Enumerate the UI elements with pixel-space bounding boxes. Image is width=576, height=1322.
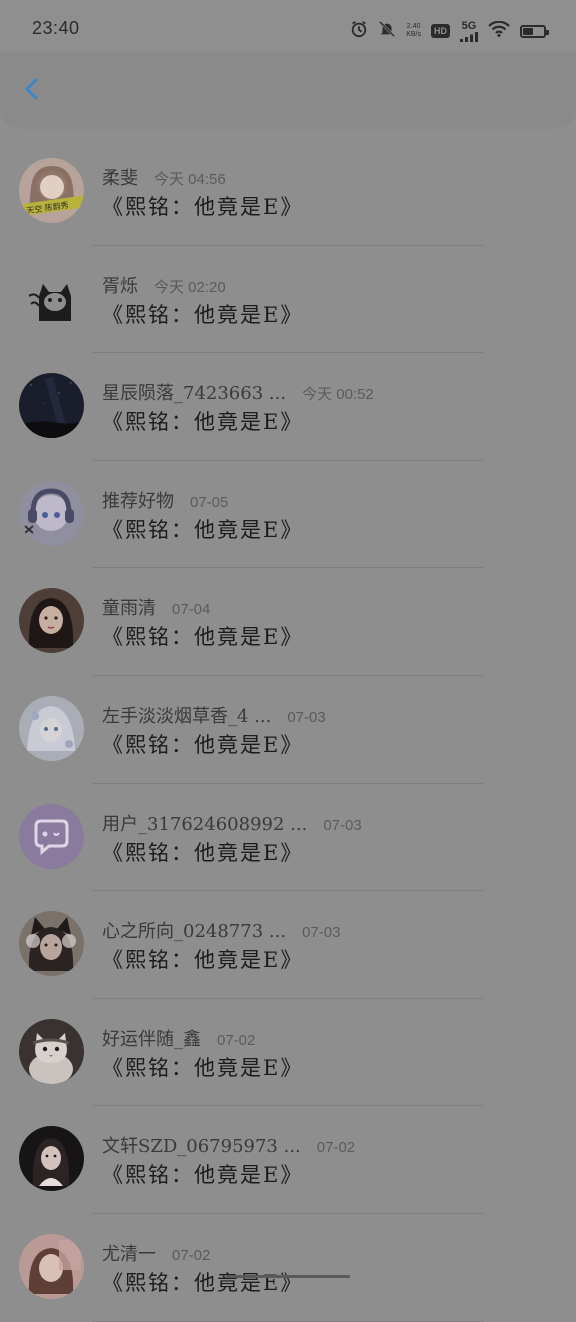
alarm-icon [350, 20, 368, 42]
comment-time: 07-02 [316, 1139, 356, 1157]
avatar[interactable] [19, 803, 84, 869]
comment-item[interactable]: 尤清一 07-02 《熙铭：他竟是E》 [0, 1214, 576, 1322]
comment-item[interactable]: 胥烁 今天 02:20 《熙铭：他竟是E》 [0, 246, 576, 354]
avatar[interactable] [19, 695, 84, 761]
status-icons: 2.40 KB/s HD 5G [350, 19, 549, 42]
comment-header: 尤清一 07-02 [102, 1240, 210, 1266]
net-speed-unit: KB/s [406, 31, 421, 38]
hd-badge: HD [431, 24, 450, 38]
user-name[interactable]: 左手淡淡烟草香_4 ... [102, 702, 271, 728]
comment-item[interactable]: 天空 陈韵秀 柔斐 今天 04:56 《熙铭：他竟是E》 [0, 138, 576, 246]
comment-header: 心之所向_0248773 ... 07-03 [102, 917, 340, 943]
comment-time: 07-02 [172, 1246, 211, 1264]
comment-header: 柔斐 今天 04:56 [102, 164, 226, 190]
comment-content: 《熙铭：他竟是E》 [102, 1055, 304, 1080]
avatar[interactable] [19, 480, 84, 546]
comment-item[interactable]: 推荐好物 07-05 《熙铭：他竟是E》 [0, 461, 576, 569]
comment-time: 今天 04:56 [154, 171, 226, 188]
mute-icon [378, 20, 396, 42]
comment-header: 胥烁 今天 02:20 [102, 272, 226, 298]
avatar[interactable] [19, 373, 84, 439]
comment-item[interactable]: 星辰陨落_7423663 ... 今天 00:52 《熙铭：他竟是E》 [0, 353, 576, 461]
back-button[interactable] [18, 74, 48, 104]
status-bar: 23:40 2.40 KB/s HD 5G [0, 0, 576, 60]
comment-time: 07-05 [190, 493, 229, 511]
avatar[interactable] [19, 911, 84, 977]
status-time: 23:40 [32, 18, 80, 38]
comment-list: 天空 陈韵秀 柔斐 今天 04:56 《熙铭：他竟是E》 胥烁 今天 02:20 《熙铭：他… [0, 138, 576, 1322]
network-speed: 2.40 KB/s [406, 23, 421, 39]
user-name[interactable]: 心之所向_0248773 ... [102, 917, 286, 943]
user-name[interactable]: 胥烁 [102, 272, 138, 298]
avatar[interactable] [19, 588, 84, 654]
comment-content: 《熙铭：他竟是E》 [102, 1163, 304, 1188]
comment-content: 《熙铭：他竟是E》 [102, 302, 304, 327]
divider [92, 1320, 484, 1322]
comment-item[interactable]: 好运伴随_鑫 07-02 《熙铭：他竟是E》 [0, 999, 576, 1107]
comment-header: 推荐好物 07-05 [102, 487, 228, 513]
comment-content: 《熙铭：他竟是E》 [102, 625, 304, 650]
battery-icon [520, 24, 549, 38]
comment-time: 07-04 [172, 601, 211, 619]
comment-content: 《熙铭：他竟是E》 [102, 410, 304, 435]
comment-item[interactable]: 文轩SZD_06795973 ... 07-02 《熙铭：他竟是E》 [0, 1106, 576, 1214]
comment-time: 07-03 [302, 924, 341, 942]
user-name[interactable]: 柔斐 [102, 164, 138, 190]
comment-item[interactable]: 用户_317624608992 ... 07-03 《熙铭：他竟是E》 [0, 784, 576, 892]
comment-header: 童雨清 07-04 [102, 594, 210, 620]
comment-item[interactable]: 童雨清 07-04 《熙铭：他竟是E》 [0, 568, 576, 676]
comment-item[interactable]: 左手淡淡烟草香_4 ... 07-03 《熙铭：他竟是E》 [0, 676, 576, 784]
user-name[interactable]: 文轩SZD_06795973 ... [102, 1132, 301, 1158]
user-name[interactable]: 好运伴随_鑫 [102, 1025, 201, 1051]
comment-header: 左手淡淡烟草香_4 ... 07-03 [102, 702, 326, 728]
comment-time: 今天 00:52 [302, 386, 374, 404]
avatar[interactable]: 天空 陈韵秀 [19, 158, 84, 223]
comment-content: 《熙铭：他竟是E》 [102, 732, 304, 757]
user-name[interactable]: 尤清一 [102, 1240, 156, 1266]
user-name[interactable]: 星辰陨落_7423663 ... [102, 379, 286, 405]
cellular-signal-icon: 5G [460, 19, 478, 42]
comment-content: 《熙铭：他竟是E》 [102, 1270, 304, 1295]
network-type: 5G [461, 19, 477, 32]
comment-content: 《熙铭：他竟是E》 [102, 517, 304, 542]
avatar[interactable] [19, 265, 84, 331]
comment-time: 今天 02:20 [154, 278, 226, 296]
avatar[interactable] [19, 1233, 84, 1299]
home-indicator [226, 1275, 350, 1278]
chevron-left-icon [25, 78, 38, 100]
avatar[interactable] [19, 1126, 84, 1192]
comment-content: 《熙铭：他竟是E》 [102, 840, 304, 865]
user-name[interactable]: 童雨清 [102, 594, 156, 620]
header-bar [0, 52, 576, 126]
comment-content: 《熙铭：他竟是E》 [102, 195, 304, 219]
comment-header: 星辰陨落_7423663 ... 今天 00:52 [102, 379, 374, 405]
comment-header: 文轩SZD_06795973 ... 07-02 [102, 1132, 355, 1158]
user-name[interactable]: 推荐好物 [102, 487, 174, 513]
user-name[interactable]: 用户_317624608992 ... [102, 810, 307, 836]
comment-time: 07-03 [323, 816, 362, 834]
comment-time: 07-03 [287, 708, 326, 726]
comment-header: 好运伴随_鑫 07-02 [102, 1025, 255, 1051]
comment-time: 07-02 [217, 1031, 256, 1049]
wifi-icon [488, 20, 510, 41]
comment-content: 《熙铭：他竟是E》 [102, 948, 304, 973]
avatar[interactable] [19, 1018, 84, 1084]
comment-header: 用户_317624608992 ... 07-03 [102, 810, 362, 836]
comment-item[interactable]: 心之所向_0248773 ... 07-03 《熙铭：他竟是E》 [0, 891, 576, 999]
net-speed-value: 2.40 [406, 23, 421, 30]
